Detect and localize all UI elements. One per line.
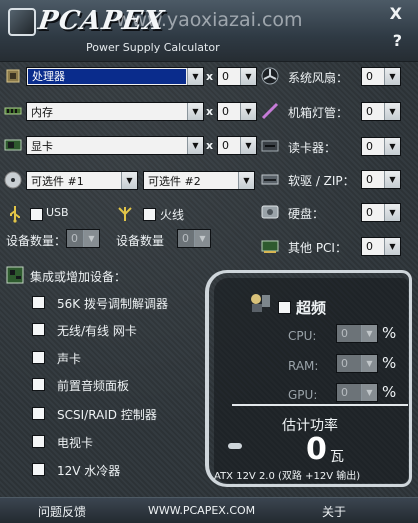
firewire-checkbox[interactable] — [143, 208, 156, 221]
firewire-icon — [116, 205, 134, 223]
cpu-overclock-unit: % — [382, 324, 397, 342]
cpu-icon — [4, 67, 22, 85]
logo-badge — [8, 8, 36, 36]
memory-select[interactable]: 内存 ▼ — [26, 102, 204, 121]
other-pci-count-select[interactable]: 0 ▼ — [361, 237, 401, 256]
modem-checkbox[interactable] — [32, 296, 45, 309]
usb-icon — [6, 205, 24, 223]
memory-times: x — [206, 105, 214, 118]
system-fan-label: 系统风扇： — [288, 71, 349, 85]
cpu-overclock-label: CPU: — [288, 329, 317, 343]
gpu-overclock-unit: % — [382, 383, 397, 401]
floppy-zip-label: 软驱 / ZIP： — [288, 174, 355, 188]
usb-checkbox[interactable] — [30, 208, 43, 221]
memory-icon — [4, 102, 22, 120]
sound-card-label: 声卡 — [57, 352, 82, 366]
water-cooler-checkbox[interactable] — [32, 463, 45, 476]
cpu-count-select[interactable]: 0 ▼ — [217, 67, 257, 86]
overclock-checkbox[interactable] — [278, 301, 291, 314]
network-card-checkbox[interactable] — [32, 323, 45, 336]
tv-card-checkbox[interactable] — [32, 435, 45, 448]
hard-disk-label: 硬盘： — [288, 207, 325, 221]
memory-count-select[interactable]: 0 ▼ — [217, 102, 257, 121]
app-window: PCAPEX www.yaoxiazai.com Power Supply Ca… — [0, 0, 418, 523]
system-fan-count-select[interactable]: 0 ▼ — [361, 67, 401, 86]
close-button[interactable]: X — [390, 4, 402, 23]
gpu-overclock-label: GPU: — [288, 388, 318, 402]
usb-label: USB — [46, 206, 69, 219]
graphics-card-times: x — [206, 139, 214, 152]
gpu-overclock-select[interactable]: 0 ▼ — [336, 383, 378, 402]
sound-card-checkbox[interactable] — [32, 351, 45, 364]
tv-card-label: 电视卡 — [57, 436, 94, 450]
usb-quantity-label: 设备数量： — [6, 234, 67, 248]
hard-disk-count-select[interactable]: 0 ▼ — [361, 203, 401, 222]
case-light-label: 机箱灯管： — [288, 106, 349, 120]
pci-card-icon — [261, 237, 279, 255]
firewire-quantity-label: 设备数量 — [116, 234, 165, 248]
card-reader-count-select[interactable]: 0 ▼ — [361, 137, 401, 156]
optional-select-1[interactable]: 可选件 #1 ▼ — [26, 171, 138, 190]
network-card-label: 无线/有线 网卡 — [57, 324, 137, 338]
overclock-icon — [248, 292, 272, 314]
optical-disc-icon — [4, 171, 22, 189]
motherboard-icon — [6, 266, 24, 284]
power-divider — [232, 404, 408, 406]
case-light-icon — [261, 102, 279, 120]
estimated-power-value: 0 — [306, 432, 327, 467]
help-button[interactable]: ? — [393, 31, 402, 50]
floppy-zip-icon — [261, 170, 279, 188]
hard-disk-icon — [261, 203, 279, 221]
power-knob — [228, 443, 242, 449]
cpu-times: x — [206, 70, 214, 83]
footer: 问题反馈 WWW.PCAPEX.COM 关于 — [0, 497, 418, 523]
scsi-raid-checkbox[interactable] — [32, 407, 45, 420]
integrated-devices-title: 集成或增加设备： — [30, 270, 127, 284]
front-audio-panel-checkbox[interactable] — [32, 378, 45, 391]
estimated-power-unit: 瓦 — [330, 449, 344, 465]
psu-standard-label: ATX 12V 2.0 (双路 +12V 输出) — [214, 471, 361, 482]
website-link[interactable]: WWW.PCAPEX.COM — [148, 504, 255, 517]
other-pci-label: 其他 PCI： — [288, 241, 347, 255]
watermark: www.yaoxiazai.com — [116, 9, 303, 31]
water-cooler-label: 12V 水冷器 — [57, 464, 121, 478]
firewire-quantity-select[interactable]: 0 ▼ — [177, 229, 211, 248]
firewire-label: 火线 — [160, 208, 185, 222]
card-reader-label: 读卡器： — [288, 141, 337, 155]
front-audio-panel-label: 前置音频面板 — [57, 379, 130, 393]
ram-overclock-label: RAM: — [288, 359, 319, 373]
optional-select-2[interactable]: 可选件 #2 ▼ — [143, 171, 255, 190]
app-subtitle: Power Supply Calculator — [86, 41, 220, 54]
card-reader-icon — [261, 137, 279, 155]
case-light-count-select[interactable]: 0 ▼ — [361, 102, 401, 121]
graphics-card-select[interactable]: 显卡 ▼ — [26, 136, 204, 155]
modem-label: 56K 拨号调制解调器 — [57, 297, 168, 311]
cpu-select[interactable]: 处理器 ▼ — [26, 67, 204, 86]
system-fan-icon — [261, 67, 279, 85]
about-link[interactable]: 关于 — [322, 503, 346, 520]
ram-overclock-select[interactable]: 0 ▼ — [336, 354, 378, 373]
overclock-label: 超频 — [296, 299, 327, 317]
scsi-raid-label: SCSI/RAID 控制器 — [57, 408, 157, 422]
usb-quantity-select[interactable]: 0 ▼ — [66, 229, 100, 248]
header: PCAPEX www.yaoxiazai.com Power Supply Ca… — [0, 0, 418, 62]
feedback-link[interactable]: 问题反馈 — [38, 503, 86, 520]
cpu-overclock-select[interactable]: 0 ▼ — [336, 324, 378, 343]
graphics-card-icon — [4, 136, 22, 154]
floppy-zip-count-select[interactable]: 0 ▼ — [361, 170, 401, 189]
graphics-card-count-select[interactable]: 0 ▼ — [217, 136, 257, 155]
ram-overclock-unit: % — [382, 354, 397, 372]
